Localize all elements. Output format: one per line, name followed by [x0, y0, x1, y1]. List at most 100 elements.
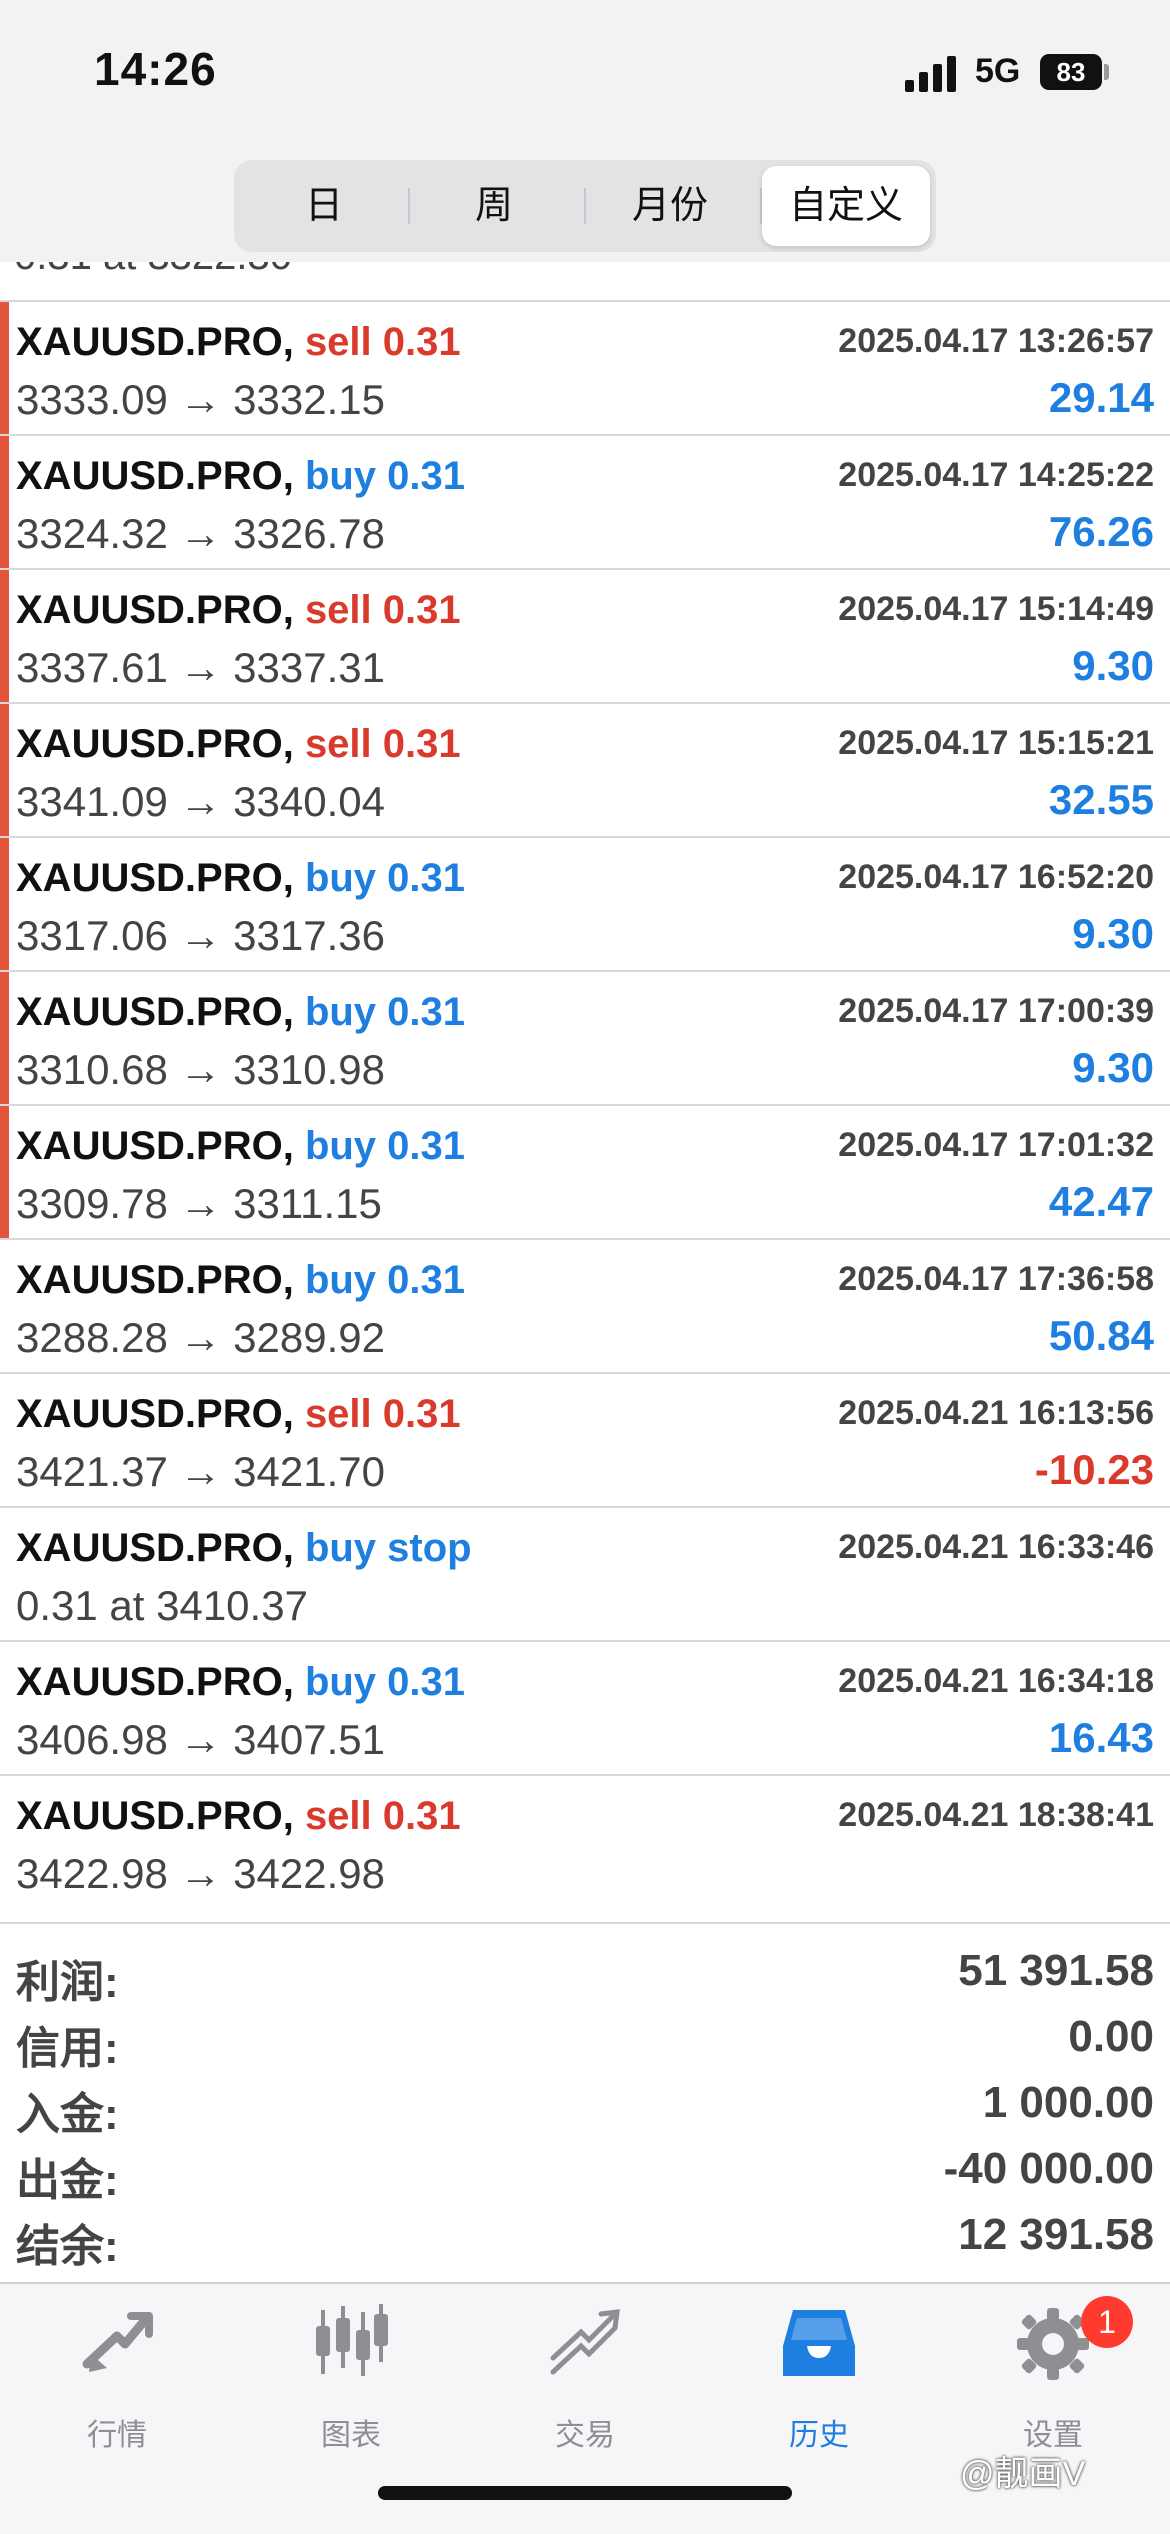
trade-icon — [550, 2309, 620, 2375]
history-list[interactable]: 0.31 at 3322.30 XAUUSD.PRO, sell 0.31 202… — [0, 262, 1170, 1922]
row-prices: 3288.28 → 3289.92 — [16, 1314, 385, 1361]
row-title: XAUUSD.PRO, buy 0.31 — [16, 990, 465, 1035]
history-row[interactable]: XAUUSD.PRO, sell 0.31 2025.04.17 15:15:21… — [0, 702, 1170, 838]
summary-value: 51 391.58 — [958, 1946, 1154, 1995]
symbol-name: XAUUSD.PRO, — [16, 722, 294, 766]
status-time: 14:26 — [94, 43, 217, 95]
row-title: XAUUSD.PRO, buy 0.31 — [16, 1258, 465, 1303]
trade-action: sell 0.31 — [304, 588, 461, 632]
history-row[interactable]: XAUUSD.PRO, buy 0.31 2025.04.17 17:00:39 3… — [0, 970, 1170, 1106]
segment-custom[interactable]: 自定义 — [762, 166, 930, 246]
history-row[interactable]: XAUUSD.PRO, buy 0.31 2025.04.17 16:52:20 3… — [0, 836, 1170, 972]
row-profit: 42.47 — [1048, 1178, 1154, 1225]
row-title: XAUUSD.PRO, sell 0.31 — [16, 320, 461, 365]
summary-label: 结余: — [16, 2222, 119, 2271]
row-datetime: 2025.04.17 14:25:22 — [838, 456, 1154, 494]
segment-month[interactable]: 月份 — [586, 166, 754, 246]
row-profit: 32.55 — [1048, 776, 1154, 823]
history-row[interactable]: XAUUSD.PRO, buy 0.31 2025.04.17 14:25:22 3… — [0, 434, 1170, 570]
partial-row-text: 0.31 at 3322.30 — [14, 262, 292, 279]
row-title: XAUUSD.PRO, sell 0.31 — [16, 1794, 461, 1839]
signal-icon — [905, 56, 959, 92]
summary-deposit: 入金: 1 000.00 — [0, 2072, 1170, 2139]
tab-label: 行情 — [87, 2419, 147, 2452]
tab-trade[interactable]: 交易 — [468, 2302, 702, 2472]
summary-value: 1 000.00 — [982, 2078, 1154, 2127]
row-prices: 3341.09 → 3340.04 — [16, 778, 385, 825]
history-row[interactable]: XAUUSD.PRO, sell 0.31 2025.04.21 16:13:56… — [0, 1372, 1170, 1508]
trade-action: sell 0.31 — [304, 320, 461, 364]
period-segmented-control: 日 周 月份 自定义 — [234, 160, 936, 252]
row-profit: 76.26 — [1048, 508, 1154, 555]
symbol-name: XAUUSD.PRO, — [16, 990, 294, 1034]
symbol-name: XAUUSD.PRO, — [16, 1660, 294, 1704]
row-title: XAUUSD.PRO, sell 0.31 — [16, 722, 461, 767]
tab-chart[interactable]: 图表 — [234, 2302, 468, 2472]
summary-label: 入金: — [16, 2090, 119, 2139]
symbol-name: XAUUSD.PRO, — [16, 1392, 294, 1436]
network-type: 5G — [975, 52, 1021, 90]
row-title: XAUUSD.PRO, sell 0.31 — [16, 1392, 461, 1437]
row-datetime: 2025.04.17 15:15:21 — [838, 724, 1154, 762]
history-row[interactable]: XAUUSD.PRO, sell 0.31 2025.04.17 13:26:57… — [0, 300, 1170, 436]
row-profit: 29.14 — [1048, 374, 1154, 421]
row-prices: 0.31 at 3410.37 — [16, 1582, 308, 1629]
history-row[interactable]: XAUUSD.PRO, sell 0.31 2025.04.21 18:38:41… — [0, 1774, 1170, 1910]
row-prices: 3333.09 → 3332.15 — [16, 376, 385, 423]
summary-credit: 信用: 0.00 — [0, 2006, 1170, 2073]
row-prices: 3421.37 → 3421.70 — [16, 1448, 385, 1495]
history-row[interactable]: XAUUSD.PRO, buy 0.31 2025.04.17 17:36:58 3… — [0, 1238, 1170, 1374]
row-prices: 3422.98 → 3422.98 — [16, 1850, 385, 1897]
row-prices: 3317.06 → 3317.36 — [16, 912, 385, 959]
row-title: XAUUSD.PRO, buy stop — [16, 1526, 472, 1571]
row-profit: 9.30 — [1072, 1044, 1154, 1091]
watermark: @靓画V — [960, 2455, 1086, 2493]
summary-value: 12 391.58 — [958, 2210, 1154, 2259]
history-icon — [783, 2310, 855, 2376]
battery-icon: 83 — [1040, 54, 1102, 90]
row-datetime: 2025.04.21 16:34:18 — [838, 1662, 1154, 1700]
symbol-name: XAUUSD.PRO, — [16, 1794, 294, 1838]
chart-icon — [316, 2304, 388, 2376]
segment-day[interactable]: 日 — [240, 166, 408, 246]
header: 日 周 月份 自定义 — [0, 150, 1170, 262]
history-row[interactable]: XAUUSD.PRO, sell 0.31 2025.04.17 15:14:49… — [0, 568, 1170, 704]
summary-balance: 结余: 12 391.58 — [0, 2204, 1170, 2271]
row-title: XAUUSD.PRO, sell 0.31 — [16, 588, 461, 633]
row-prices: 3309.78 → 3311.15 — [16, 1180, 382, 1227]
row-marker — [0, 302, 9, 436]
tab-label: 交易 — [555, 2419, 615, 2452]
row-profit: 9.30 — [1072, 910, 1154, 957]
summary-label: 利润: — [16, 1958, 119, 2007]
row-datetime: 2025.04.17 17:00:39 — [838, 992, 1154, 1030]
symbol-name: XAUUSD.PRO, — [16, 1124, 294, 1168]
trade-action: buy 0.31 — [304, 856, 466, 900]
summary-profit: 利润: 51 391.58 — [0, 1940, 1170, 2007]
row-profit: 50.84 — [1048, 1312, 1154, 1359]
account-summary: 利润: 51 391.58 信用: 0.00 入金: 1 000.00 出金: … — [0, 1922, 1170, 2284]
row-marker — [0, 436, 9, 570]
history-row[interactable]: XAUUSD.PRO, buy 0.31 2025.04.21 16:34:18 3… — [0, 1640, 1170, 1776]
history-row[interactable]: XAUUSD.PRO, buy stop 2025.04.21 16:33:46 0… — [0, 1506, 1170, 1642]
row-title: XAUUSD.PRO, buy 0.31 — [16, 454, 465, 499]
summary-value: -40 000.00 — [943, 2144, 1154, 2193]
trade-action: buy 0.31 — [304, 1124, 466, 1168]
symbol-name: XAUUSD.PRO, — [16, 856, 294, 900]
trade-action: buy 0.31 — [304, 990, 466, 1034]
row-datetime: 2025.04.17 15:14:49 — [838, 590, 1154, 628]
tab-quotes[interactable]: 行情 — [0, 2302, 234, 2472]
trade-action: buy stop — [304, 1526, 472, 1570]
home-indicator[interactable] — [378, 2486, 792, 2500]
row-profit: 16.43 — [1048, 1714, 1154, 1761]
row-prices: 3337.61 → 3337.31 — [16, 644, 385, 691]
tab-history[interactable]: 历史 — [702, 2302, 936, 2472]
trade-action: buy 0.31 — [304, 454, 466, 498]
history-row[interactable]: XAUUSD.PRO, buy 0.31 2025.04.17 17:01:32 3… — [0, 1104, 1170, 1240]
row-marker — [0, 838, 9, 972]
row-datetime: 2025.04.21 16:33:46 — [838, 1528, 1154, 1566]
summary-label: 信用: — [16, 2024, 119, 2073]
segment-week[interactable]: 周 — [410, 166, 578, 246]
trade-action: sell 0.31 — [304, 1392, 461, 1436]
summary-label: 出金: — [16, 2156, 119, 2205]
trade-action: buy 0.31 — [304, 1660, 466, 1704]
